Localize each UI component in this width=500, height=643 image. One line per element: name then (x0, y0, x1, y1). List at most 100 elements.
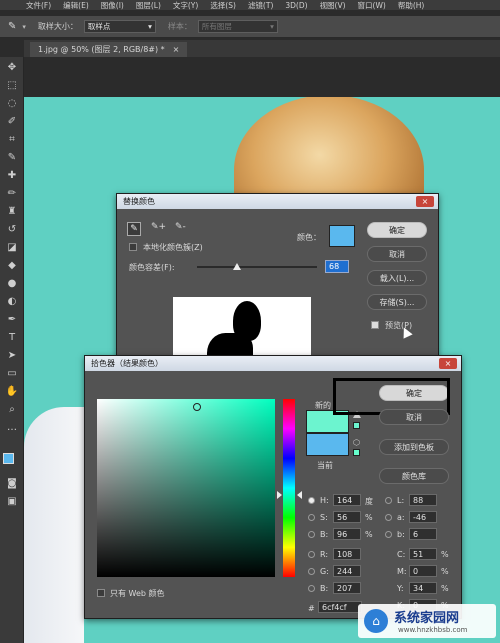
web-colors-only-checkbox[interactable] (97, 589, 105, 597)
hsb-s-input[interactable]: 56 (333, 511, 361, 523)
close-icon[interactable]: × (173, 45, 180, 54)
sample-size-select[interactable]: 取样点 ▾ (83, 20, 156, 33)
replace-color-ok-button[interactable]: 确定 (367, 222, 427, 238)
menu-view[interactable]: 视图(V) (314, 0, 352, 11)
rgb-b-input[interactable]: 207 (333, 582, 361, 594)
close-button[interactable]: × (439, 358, 457, 369)
type-tool-icon[interactable]: T (5, 331, 19, 345)
web-safe-swatch[interactable] (353, 449, 360, 456)
rectangle-tool-icon[interactable]: ▭ (5, 367, 19, 381)
fuzziness-slider[interactable] (197, 263, 317, 270)
green-radio[interactable] (308, 568, 315, 575)
photo-shirt (24, 407, 84, 643)
menu-file[interactable]: 文件(F) (20, 0, 57, 11)
menu-image[interactable]: 图像(I) (95, 0, 130, 11)
hsb-b-input[interactable]: 96 (333, 528, 361, 540)
marquee-tool-icon[interactable]: ⬚ (5, 79, 19, 93)
add-to-swatches-button[interactable]: 添加到色板 (379, 439, 449, 455)
cmyk-m-input[interactable]: 0 (409, 565, 437, 577)
load-button[interactable]: 载入(L)... (367, 270, 427, 286)
menu-edit[interactable]: 编辑(E) (57, 0, 95, 11)
eyedropper-tool-icon[interactable]: ✎ (8, 21, 16, 32)
color-field[interactable] (97, 399, 275, 577)
history-brush-icon[interactable]: ↺ (5, 223, 19, 237)
path-select-icon[interactable]: ➤ (5, 349, 19, 363)
eyedropper-icon[interactable]: ✎ (127, 222, 141, 236)
localized-clusters-label: 本地化颜色簇(Z) (143, 243, 203, 252)
preview-checkbox[interactable] (371, 321, 379, 329)
menu-filter[interactable]: 滤镜(T) (242, 0, 279, 11)
eyedropper-icon[interactable]: ✎ (5, 151, 19, 165)
cmyk-c-input[interactable]: 51 (409, 548, 437, 560)
menu-layer[interactable]: 图层(L) (130, 0, 167, 11)
lab-a-input[interactable]: -46 (409, 511, 437, 523)
menu-3d[interactable]: 3D(D) (279, 1, 313, 10)
lab-l-input[interactable]: 88 (409, 494, 437, 506)
localized-clusters-checkbox[interactable] (129, 243, 137, 251)
lab-b-radio[interactable] (385, 531, 392, 538)
eraser-tool-icon[interactable]: ◪ (5, 241, 19, 255)
paint-bucket-icon[interactable]: ◆ (5, 259, 19, 273)
replace-color-cancel-button[interactable]: 取消 (367, 246, 427, 262)
saturation-radio[interactable] (308, 514, 315, 521)
eyedropper-plus-icon[interactable]: ✎+ (151, 222, 166, 232)
menu-select[interactable]: 选择(S) (204, 0, 242, 11)
eyedropper-minus-icon[interactable]: ✎- (175, 222, 186, 232)
crop-tool-icon[interactable]: ⌗ (5, 133, 19, 147)
sample-select[interactable]: 所有图层 ▾ (197, 20, 278, 33)
color-picker-cancel-button[interactable]: 取消 (379, 409, 449, 425)
replace-color-title: 替换颜色 (123, 197, 155, 206)
pen-tool-icon[interactable]: ✒ (5, 313, 19, 327)
rgb-g-input[interactable]: 244 (333, 565, 361, 577)
blue-radio[interactable] (308, 585, 315, 592)
hsb-b-unit: % (365, 530, 373, 539)
replace-color-titlebar[interactable]: 替换颜色 × (117, 194, 438, 209)
replace-color-swatch[interactable] (329, 225, 355, 247)
color-field-marker[interactable] (193, 403, 201, 411)
document-tab[interactable]: 1.jpg @ 50% (图层 2, RGB/8#) * × (30, 42, 188, 57)
cmyk-y-input[interactable]: 34 (409, 582, 437, 594)
hue-slider-left-arrow[interactable] (277, 491, 282, 499)
lab-l-radio[interactable] (385, 497, 392, 504)
web-safe-cube-icon[interactable]: ⬡ (353, 438, 360, 447)
fuzziness-input[interactable]: 68 (325, 260, 349, 273)
chevron-down-icon[interactable]: ▾ (22, 23, 26, 31)
brightness-radio[interactable] (308, 531, 315, 538)
save-button[interactable]: 存储(S)... (367, 294, 427, 310)
screen-mode-icon[interactable]: ▣ (5, 495, 19, 509)
document-tab-bar: 1.jpg @ 50% (图层 2, RGB/8#) * × (24, 40, 500, 57)
red-radio[interactable] (308, 551, 315, 558)
close-button[interactable]: × (416, 196, 434, 207)
lab-b-input[interactable]: 6 (409, 528, 437, 540)
menu-type[interactable]: 文字(Y) (167, 0, 204, 11)
blur-tool-icon[interactable]: ● (5, 277, 19, 291)
hue-radio[interactable] (308, 497, 315, 504)
quick-select-tool-icon[interactable]: ✐ (5, 115, 19, 129)
hand-tool-icon[interactable]: ✋ (5, 385, 19, 399)
menu-help[interactable]: 帮助(H) (392, 0, 431, 11)
lab-a-radio[interactable] (385, 514, 392, 521)
current-color-swatch[interactable] (306, 433, 349, 456)
stamp-tool-icon[interactable]: ♜ (5, 205, 19, 219)
zoom-tool-icon[interactable]: ⌕ (5, 403, 19, 417)
quick-mask-icon[interactable]: ◙ (5, 477, 19, 491)
color-libraries-button[interactable]: 颜色库 (379, 468, 449, 484)
hsb-b-label: B: (320, 530, 329, 539)
fuzziness-slider-handle[interactable] (233, 263, 241, 270)
menu-window[interactable]: 窗口(W) (352, 0, 392, 11)
lasso-tool-icon[interactable]: ◌ (5, 97, 19, 111)
hsb-h-input[interactable]: 164 (333, 494, 361, 506)
more-tools-icon[interactable]: … (5, 421, 19, 435)
hue-slider-right-arrow[interactable] (297, 491, 302, 499)
foreground-color-swatch[interactable] (3, 453, 14, 464)
gamut-swatch[interactable] (353, 422, 360, 429)
hue-slider[interactable] (283, 399, 295, 577)
rgb-r-input[interactable]: 108 (333, 548, 361, 560)
sample-label: 样本： (167, 22, 192, 31)
hex-input[interactable]: 6cf4cf (318, 601, 362, 613)
brush-tool-icon[interactable]: ✏ (5, 187, 19, 201)
healing-brush-icon[interactable]: ✚ (5, 169, 19, 183)
color-picker-titlebar[interactable]: 拾色器（结果颜色） × (85, 356, 461, 371)
dodge-tool-icon[interactable]: ◐ (5, 295, 19, 309)
move-tool-icon[interactable]: ✥ (5, 61, 19, 75)
